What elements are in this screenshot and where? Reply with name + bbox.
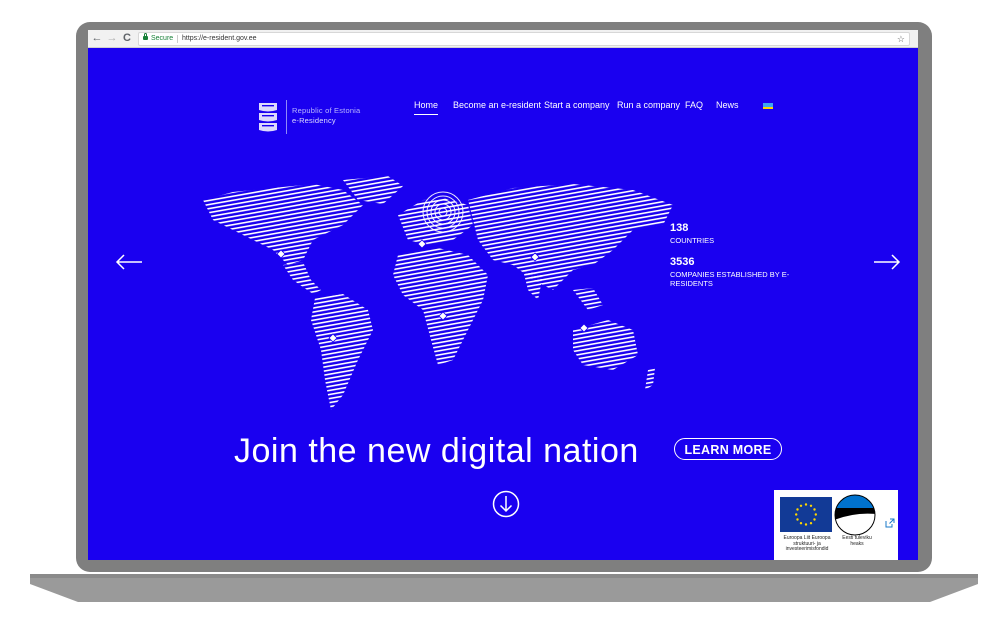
browser-toolbar: ← → C Secure https://e-resident.gov.ee ☆ <box>88 30 918 48</box>
lock-icon <box>143 33 148 40</box>
url-text[interactable]: https://e-resident.gov.ee <box>182 33 257 45</box>
browser-window: ← → C Secure https://e-resident.gov.ee ☆ <box>88 30 918 560</box>
laptop-base <box>30 574 978 602</box>
address-bar[interactable]: Secure https://e-resident.gov.ee ☆ <box>138 32 910 46</box>
forward-button[interactable]: → <box>106 32 118 44</box>
logo-country-text: Republic of Estonia <box>292 106 361 115</box>
language-flag-icon[interactable] <box>763 103 773 109</box>
back-button[interactable]: ← <box>91 32 103 44</box>
estonia-caption: Eesti tuleviku heaks <box>842 535 872 547</box>
external-link-icon <box>885 518 895 528</box>
nav-start-company[interactable]: Start a company <box>544 100 610 110</box>
learn-more-button[interactable]: LEARN MORE <box>674 438 782 460</box>
nav-news[interactable]: News <box>716 100 739 110</box>
stat-companies-value: 3536 <box>670 256 695 268</box>
logo-divider <box>286 100 287 134</box>
estonia-eresidency-logo[interactable]: Republic of Estonia e-Residency <box>256 98 396 134</box>
hero-headline: Join the new digital nation <box>234 432 639 470</box>
eu-funding-badge[interactable]: Euroopa Liit Euroopa struktuuri- ja inve… <box>774 490 898 560</box>
url-separator <box>177 35 178 43</box>
bookmark-star-icon[interactable]: ☆ <box>897 33 905 45</box>
laptop-frame: ← → C Secure https://e-resident.gov.ee ☆ <box>76 22 932 572</box>
arrow-left-icon[interactable] <box>114 252 144 272</box>
nav-home[interactable]: Home <box>414 100 439 115</box>
nav-become-e-resident[interactable]: Become an e-resident <box>453 100 541 110</box>
estonia-flag-icon <box>834 494 876 536</box>
coat-of-arms-icon <box>259 103 277 132</box>
world-map <box>203 176 673 410</box>
arrow-down-circle-icon[interactable] <box>492 490 520 518</box>
secure-label: Secure <box>151 35 174 42</box>
arrow-right-icon[interactable] <box>872 252 902 272</box>
reload-button[interactable]: C <box>121 32 133 44</box>
stat-countries-value: 138 <box>670 222 689 234</box>
stat-countries-label: COUNTRIES <box>670 236 715 245</box>
logo-program-text: e-Residency <box>292 116 336 125</box>
nav-run-company[interactable]: Run a company <box>617 100 680 110</box>
stat-companies-label: COMPANIES ESTABLISHED BY E-RESIDENTS <box>670 270 790 288</box>
eu-caption: Euroopa Liit Euroopa struktuuri- ja inve… <box>783 535 831 552</box>
nav-faq[interactable]: FAQ <box>685 100 703 110</box>
eu-flag-icon <box>780 497 832 532</box>
